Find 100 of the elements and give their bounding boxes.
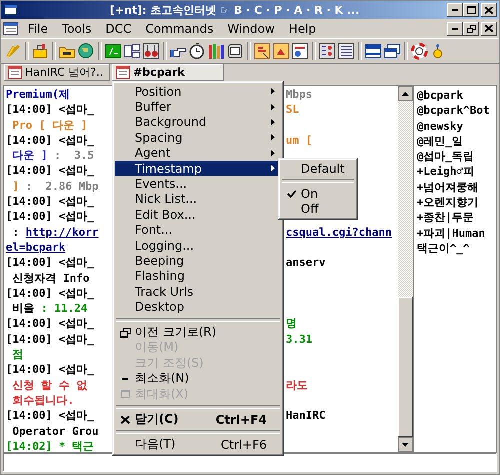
chat-text: 점 [12,348,24,362]
menu-item[interactable]: On [281,186,355,202]
document-icon[interactable] [292,42,309,60]
chat-text: : 3.5 [53,149,94,162]
menu-item[interactable]: Beeping [115,253,281,269]
chat-link[interactable]: http://korr [26,226,99,239]
window-icon[interactable] [384,42,401,60]
document-icon[interactable] [254,42,271,60]
menu-item[interactable]: Tools [57,22,97,36]
menu-item[interactable]: Nick List... [115,192,281,208]
document-icon[interactable] [3,22,19,36]
maximize-icon [120,390,130,398]
menu-item[interactable]: Timestamp [115,160,281,176]
close-icon [485,6,493,14]
minimize-icon [122,378,128,380]
message-input-field[interactable] [3,453,497,472]
globe-icon[interactable] [78,42,95,60]
window-icon[interactable] [124,42,141,60]
channel-tab[interactable]: HanIRC 넘어?.. [4,64,110,81]
submenu-arrow-icon [271,134,275,142]
chat-link[interactable]: csqual.cgi?chann [286,226,392,239]
chat-text: anserv [286,256,326,270]
notepad-icon[interactable] [227,42,244,60]
restore-button[interactable] [463,22,479,36]
menu-item[interactable]: Font... [115,222,281,238]
menu-item[interactable]: File [23,22,54,36]
chat-text: [14:02] * 택근 [6,440,94,452]
menu-item[interactable]: Spacing [115,130,281,146]
window-title: [+nt]: 초고속인터넷 ☞ B · C · P · A · R · K ... [109,2,361,18]
chat-text: 회수됩니다. [12,394,74,407]
menu-item[interactable]: Edit Box... [115,207,281,223]
minimize-icon [452,28,458,30]
minimize-button[interactable] [447,3,463,17]
terminal-icon[interactable] [105,42,122,60]
chat-text: 비율 [12,302,36,316]
list-icon[interactable] [319,42,336,60]
chat-text: [14:00] <섭마_ [6,103,94,116]
scroll-thumb[interactable] [398,297,413,437]
books-icon[interactable] [208,42,225,60]
chat-text: [14:00] <섭마_ [6,195,94,208]
close-button[interactable] [481,3,497,17]
window-icon [4,3,18,17]
nick-item[interactable]: +오렌지향기 [417,195,496,210]
menu-item[interactable]: Events... [115,176,281,192]
minimize-button[interactable] [447,22,463,36]
submenu-arrow-icon [271,150,275,157]
chat-text: [14:00] <섭마_ [6,317,94,330]
menu-item[interactable]: DCC [100,22,137,36]
menu-item[interactable]: Default [281,161,355,176]
chat-text: ] [12,180,20,193]
chat-text: SL [286,103,300,116]
window-icon[interactable] [365,42,382,60]
maximize-button[interactable] [463,3,479,17]
close-button[interactable] [481,22,497,36]
nick-item[interactable]: +넘어져쿵해 [417,180,496,196]
menu-item[interactable]: Off [281,202,355,218]
list-icon[interactable] [338,42,355,60]
menu-item[interactable]: Agent [115,146,281,161]
nick-item[interactable]: @bcpark [417,88,496,104]
nick-item[interactable]: +파괴|Human [417,226,496,241]
menu-item[interactable]: 닫기(C) Ctrl+F4 [115,412,281,428]
menu-item[interactable]: 이전 크기로(R) [115,324,281,340]
channel-tab[interactable]: #bcpark [112,64,224,81]
chat-text: [14:00] <섭마_ [6,286,94,300]
submenu-arrow-icon [271,165,275,172]
menu-item[interactable]: Buffer [115,99,281,115]
speaker-icon[interactable] [143,42,160,60]
close-icon [120,416,130,424]
menu-item[interactable]: Track Urls [115,284,281,300]
toolbox-icon[interactable] [32,42,49,60]
menu-item[interactable]: Window [222,22,280,36]
nick-item[interactable]: @레민_일 [417,134,496,150]
menu-item[interactable]: Commands [140,22,219,36]
nick-item[interactable]: @섭마_독립 [417,149,496,164]
maximize-icon [466,6,476,14]
chat-text: um [ [286,134,312,147]
menu-item[interactable]: 다음(T) Ctrl+F6 [115,437,281,453]
nick-item[interactable]: @newsky [417,118,496,134]
restore-icon [120,328,130,338]
menu-item[interactable]: Logging... [115,238,281,254]
menu-item[interactable]: Help [284,22,322,36]
menu-item[interactable]: Background [115,114,281,130]
stopwatch-icon[interactable] [189,42,206,60]
menu-item[interactable]: Desktop [115,299,281,315]
menu-item[interactable]: Position [115,84,281,100]
menu-item[interactable]: Flashing [115,268,281,284]
scrollbar[interactable] [398,86,413,452]
lifebuoy-icon[interactable] [411,42,428,60]
nick-item[interactable]: +종찬|두문 [417,210,496,226]
checkmark-icon [286,190,296,198]
nick-item[interactable]: @bcpark^Bot [417,103,496,119]
window-icon [8,66,22,79]
chat-text: Mbps [286,88,312,101]
nick-item[interactable]: +Leigh♂피 [417,164,496,180]
chat-text: : 11.24 [41,302,88,316]
restore-icon [466,24,476,32]
chat-link[interactable]: el=bcpark [6,240,66,254]
chat-text: Pro [ 다운 ] [12,118,88,132]
menu-item[interactable]: 최소화(N) [115,371,281,386]
nick-item[interactable]: 택근이^_^ [417,240,496,256]
